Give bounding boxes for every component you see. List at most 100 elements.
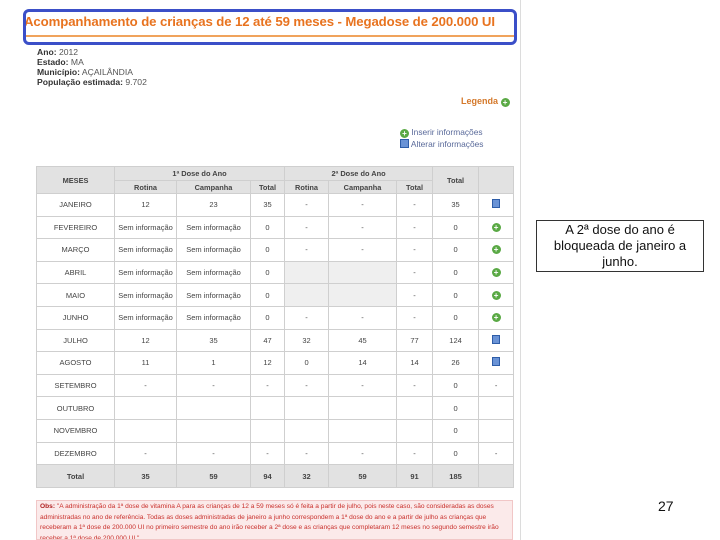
legenda-toggle[interactable]: Legenda + <box>461 96 510 107</box>
callout-box: A 2ª dose do ano é bloqueada de janeiro … <box>536 220 704 272</box>
cell-month: FEVEREIRO <box>36 215 115 240</box>
cell-action[interactable]: + <box>478 215 515 240</box>
title-highlight-box <box>23 9 517 45</box>
total-cell-c2: 59 <box>328 464 398 489</box>
cell-rotina-2 <box>284 283 330 307</box>
add-icon[interactable]: + <box>491 313 501 323</box>
page-number: 27 <box>658 498 674 514</box>
cell-rotina-2 <box>284 396 330 420</box>
cell-campanha-1: - <box>176 373 251 398</box>
header-dose-2: 2ª Dose do Ano <box>284 166 434 181</box>
cell-action: - <box>478 441 515 466</box>
cell-total-1 <box>249 418 286 443</box>
plus-icon: + <box>500 98 510 107</box>
cell-campanha-2 <box>328 260 398 285</box>
cell-rotina-1: Sem informação <box>114 305 177 330</box>
cell-total: 26 <box>432 351 480 375</box>
legend-box: + Inserir informações Alterar informaçõe… <box>400 126 484 150</box>
observation-note: Obs: "A administração da 1ª dose de vita… <box>36 500 513 540</box>
cell-action[interactable]: + <box>478 238 515 262</box>
sub-campanha-1: Campanha <box>176 180 251 194</box>
table-row: JUNHO Sem informação Sem informação 0- - -0 + <box>36 305 515 330</box>
cell-rotina-2 <box>284 260 330 285</box>
total-cell-c1: 59 <box>176 464 251 489</box>
cell-action[interactable] <box>478 351 515 375</box>
cell-rotina-1: - <box>114 373 177 398</box>
edit-doc-icon[interactable] <box>492 199 501 209</box>
table-row: ABRIL Sem informação Sem informação 0-0 + <box>36 260 515 285</box>
edit-doc-icon[interactable] <box>492 357 501 367</box>
cell-rotina-2: - <box>284 373 330 398</box>
add-icon[interactable]: + <box>491 222 501 232</box>
cell-action[interactable]: + <box>478 283 515 307</box>
total-cell-t1: 94 <box>249 464 286 489</box>
cell-total-1: - <box>249 373 286 398</box>
add-icon[interactable]: + <box>491 290 501 300</box>
table-row: JULHO 12 35 47 32 45 77 124 <box>36 328 515 353</box>
cell-month: AGOSTO <box>36 351 115 375</box>
legend-edit-label: Alterar informações <box>410 139 484 149</box>
cell-campanha-1: - <box>176 441 251 466</box>
total-cell-action <box>478 464 515 489</box>
cell-total-1: 0 <box>249 305 286 330</box>
cell-rotina-1 <box>114 396 177 420</box>
total-row: Total 35 59 94 32 59 91 185 <box>36 464 515 489</box>
cell-action[interactable] <box>478 193 515 217</box>
add-icon[interactable]: + <box>491 268 501 278</box>
cell-total-2: 14 <box>396 351 434 375</box>
ano-value: 2012 <box>58 47 79 57</box>
cell-action[interactable]: + <box>478 305 515 330</box>
cell-total-1: 12 <box>249 351 286 375</box>
cell-rotina-2 <box>284 418 330 443</box>
cell-rotina-1 <box>114 418 177 443</box>
total-cell-label: Total <box>36 464 115 489</box>
total-cell-t2: 91 <box>396 464 434 489</box>
sub-rotina-2: Rotina <box>284 180 330 194</box>
cell-campanha-2 <box>328 418 398 443</box>
table-row: AGOSTO 11 1 12 0 14 14 26 <box>36 351 515 375</box>
cell-rotina-1: Sem informação <box>114 283 177 307</box>
cell-total-2: 77 <box>396 328 434 353</box>
cell-total: 0 <box>432 283 480 307</box>
populacao-label: População estimada: <box>37 77 123 87</box>
cell-month: DEZEMBRO <box>36 441 115 466</box>
add-icon: + <box>400 129 409 138</box>
cell-campanha-1 <box>176 396 251 420</box>
legenda-label: Legenda <box>461 96 499 106</box>
obs-label: Obs: <box>40 503 56 510</box>
cell-campanha-1 <box>176 418 251 443</box>
cell-campanha-1: Sem informação <box>176 305 251 330</box>
cell-total-2: - <box>396 441 434 466</box>
cell-campanha-2: - <box>328 215 398 240</box>
col-meses: MESES <box>36 166 115 194</box>
cell-total: 124 <box>432 328 480 353</box>
cell-total-1: 0 <box>249 260 286 285</box>
cell-total-2: - <box>396 215 434 240</box>
populacao-value: 9.702 <box>125 77 147 87</box>
callout-text: A 2ª dose do ano é bloqueada de janeiro … <box>553 222 687 269</box>
cell-rotina-2: 32 <box>284 328 330 353</box>
info-municipio: Município: AÇAILÂNDIA <box>37 67 147 77</box>
info-populacao: População estimada: 9.702 <box>37 77 147 87</box>
cell-rotina-1: 12 <box>114 193 177 217</box>
cell-total: 0 <box>432 418 480 443</box>
cell-total-2: - <box>396 373 434 398</box>
cell-action[interactable]: + <box>478 260 515 285</box>
cell-total-2 <box>396 396 434 420</box>
cell-total: 0 <box>432 373 480 398</box>
edit-doc-icon[interactable] <box>492 334 501 344</box>
table-row: SETEMBRO - - - - - -0- <box>36 373 515 398</box>
sub-rotina-1: Rotina <box>114 180 177 194</box>
table-row: MARÇO Sem informação Sem informação 0- - -0 + <box>36 238 515 262</box>
cell-total-1: - <box>249 441 286 466</box>
estado-value: MA <box>70 57 84 67</box>
cell-total: 0 <box>432 305 480 330</box>
cell-campanha-1: 35 <box>176 328 251 353</box>
add-icon[interactable]: + <box>491 245 501 255</box>
cell-action[interactable] <box>478 328 515 353</box>
cell-rotina-2: - <box>284 441 330 466</box>
total-cell-r1: 35 <box>114 464 177 489</box>
cell-total-1: 0 <box>249 283 286 307</box>
legend-item-insert: + Inserir informações <box>400 126 484 138</box>
cell-campanha-2 <box>328 283 398 307</box>
